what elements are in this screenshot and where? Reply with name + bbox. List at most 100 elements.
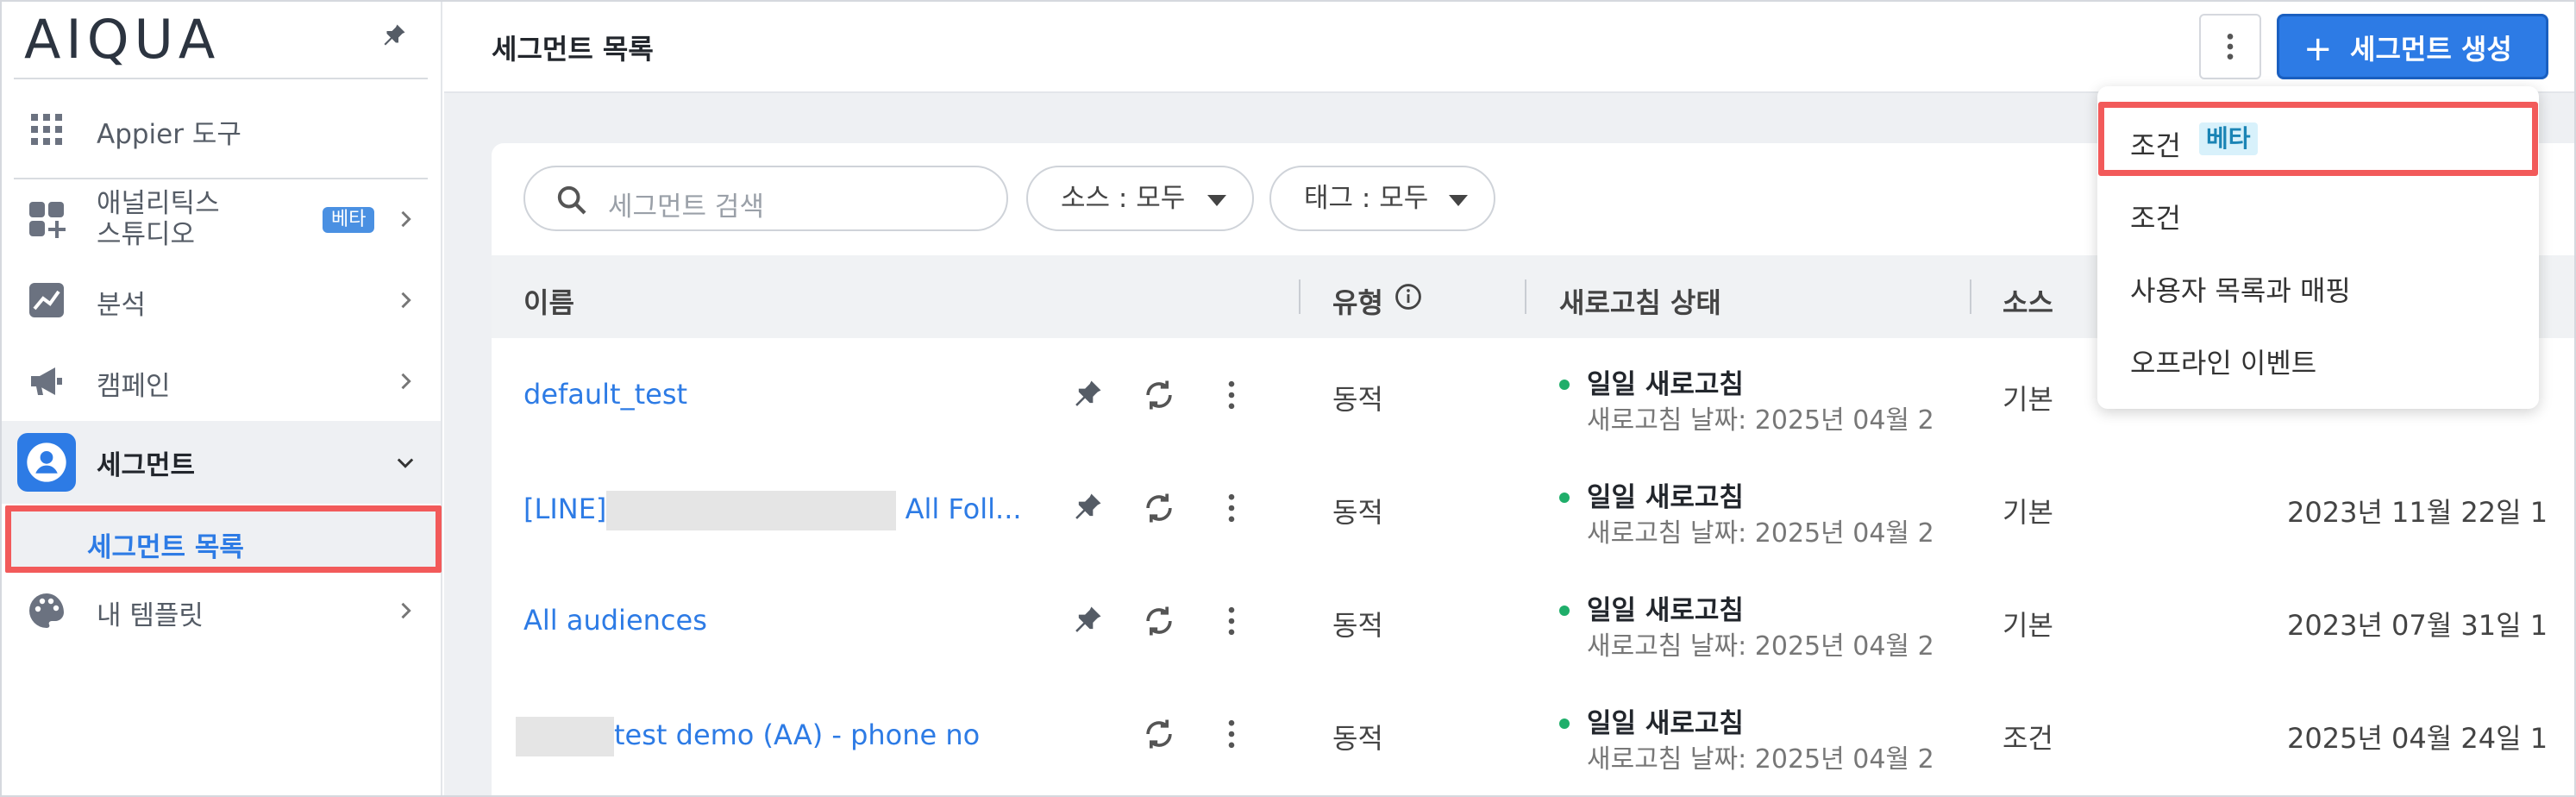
aiqua-logo[interactable]: AIQUA [24, 13, 220, 66]
chart-icon [29, 283, 64, 317]
search-placeholder: 세그먼트 검색 [608, 191, 764, 223]
page-title: 세그먼트 목록 [492, 33, 654, 66]
sidebar-item-label: 내 템플릿 [97, 600, 204, 631]
user-icon [17, 433, 76, 492]
source-filter-dropdown[interactable]: 소스 : 모두 [1026, 166, 1254, 231]
refresh-icon[interactable] [1140, 489, 1178, 527]
chevron-right-icon [401, 602, 411, 619]
grid-icon [31, 114, 62, 145]
refresh-icon[interactable] [1140, 376, 1178, 414]
column-header-source[interactable]: 소스 [2003, 281, 2053, 321]
kebab-icon[interactable] [1213, 602, 1250, 640]
segment-type: 동적 [1332, 383, 1383, 416]
sidebar-item-label: 분석 [97, 290, 147, 321]
sidebar-item-label: Appier 도구 [97, 119, 241, 150]
more-options-button[interactable] [2199, 14, 2261, 79]
sidebar-item-analytics-studio[interactable]: 애널리틱스 스튜디오 베타 [2, 185, 441, 254]
redacted-text [516, 717, 614, 756]
menu-item-label: 조건 [2130, 202, 2181, 235]
refresh-icon[interactable] [1140, 602, 1178, 640]
menu-item-map-user-list[interactable]: 사용자 목록과 매핑 [2097, 248, 2539, 319]
column-divider [1525, 279, 1526, 314]
label-line-1: 애널리틱스 [97, 188, 220, 219]
refresh-date: 새로고침 날짜: 2025년 04월 2 [1587, 631, 1934, 662]
beta-badge: 베타 [323, 207, 375, 233]
status-dot [1559, 493, 1570, 503]
sidebar-subitem-label: 세그먼트 목록 [87, 532, 244, 563]
pin-icon[interactable] [1068, 602, 1106, 640]
status-dot [1559, 380, 1570, 390]
kebab-icon[interactable] [1213, 715, 1250, 753]
table-row[interactable]: test demo (AA) - phone no 동적 일일 새로고침 새로고… [492, 677, 2574, 790]
column-header-type[interactable]: 유형 [1332, 281, 1383, 321]
pin-icon[interactable] [1068, 376, 1106, 414]
status-dot [1559, 719, 1570, 729]
logo-text: AIQUA [24, 8, 221, 71]
sidebar-item-label: 캠페인 [97, 371, 171, 402]
segment-source: 기본 [2003, 383, 2053, 416]
pin-icon[interactable] [378, 21, 409, 52]
table-row[interactable]: [LINE] All Foll... 동적 일일 새로고침 새로고침 날짜: 2… [492, 451, 2574, 564]
search-input[interactable]: 세그먼트 검색 [523, 166, 1008, 231]
chevron-right-icon [401, 373, 411, 390]
sidebar-subitem-segment-list[interactable]: 세그먼트 목록 [5, 505, 442, 573]
table-row[interactable]: All audiences 동적 일일 새로고침 새로고침 날짜: 2025년 … [492, 564, 2574, 677]
segment-type: 동적 [1332, 609, 1383, 642]
redacted-text [606, 491, 897, 530]
plus-icon: + [2303, 29, 2333, 69]
chevron-down-icon [397, 458, 414, 468]
chevron-right-icon [401, 210, 411, 228]
segment-name-link[interactable]: test demo (AA) - phone no [516, 717, 980, 756]
name-prefix: [LINE] [523, 493, 607, 525]
label-line-2: 스튜디오 [97, 219, 196, 250]
refresh-icon[interactable] [1140, 715, 1178, 753]
divider [14, 178, 428, 179]
created-date: 2023년 11월 22일 1 [2287, 496, 2548, 529]
analytics-icon [29, 202, 66, 238]
sidebar-item-segment[interactable]: 세그먼트 [2, 421, 441, 504]
segment-source: 기본 [2003, 496, 2053, 529]
sidebar-item-analysis[interactable]: 분석 [2, 266, 441, 335]
source-filter-label: 소스 : 모두 [1061, 183, 1186, 214]
column-header-refresh-status[interactable]: 새로고침 상태 [1559, 281, 1721, 321]
refresh-date: 새로고침 날짜: 2025년 04월 2 [1587, 405, 1934, 436]
column-header-name[interactable]: 이름 [523, 281, 574, 321]
search-icon [557, 185, 586, 215]
sidebar-item-campaign[interactable]: 캠페인 [2, 347, 441, 416]
sidebar-item-my-templates[interactable]: 내 템플릿 [2, 576, 441, 645]
pin-icon[interactable] [1068, 489, 1106, 527]
kebab-icon[interactable] [1213, 489, 1250, 527]
refresh-status: 일일 새로고침 [1587, 369, 1744, 400]
kebab-icon [2227, 34, 2234, 60]
kebab-icon[interactable] [1213, 376, 1250, 414]
menu-item-condition[interactable]: 조건 [2097, 176, 2539, 247]
name-suffix: All Foll... [896, 493, 1022, 525]
segment-source: 기본 [2003, 609, 2053, 642]
sidebar: AIQUA Appier 도구 애널리틱스 스튜디오 베타 분석 캠페인 세그먼… [2, 2, 442, 795]
megaphone-icon [31, 367, 62, 395]
segment-name-link[interactable]: default_test [523, 378, 687, 411]
create-segment-label: 세그먼트 생성 [2350, 33, 2512, 66]
refresh-status: 일일 새로고침 [1587, 595, 1744, 626]
palette-icon [29, 593, 64, 628]
column-divider [1299, 279, 1301, 314]
name-text: test demo (AA) - phone no [614, 719, 981, 751]
info-icon[interactable] [1394, 282, 1423, 311]
sidebar-item-label: 세그먼트 [97, 450, 196, 481]
column-divider [1970, 279, 1971, 314]
refresh-date: 새로고침 날짜: 2025년 04월 2 [1587, 744, 1934, 775]
refresh-status: 일일 새로고침 [1587, 708, 1744, 739]
chevron-right-icon [401, 292, 411, 309]
menu-item-label: 사용자 목록과 매핑 [2130, 274, 2351, 307]
refresh-date: 새로고침 날짜: 2025년 04월 2 [1587, 518, 1934, 549]
sidebar-item-label: 애널리틱스 스튜디오 [97, 188, 220, 250]
segment-name-link[interactable]: [LINE] All Foll... [523, 491, 1022, 530]
tag-filter-dropdown[interactable]: 태그 : 모두 [1269, 166, 1495, 231]
segment-type: 동적 [1332, 722, 1383, 755]
menu-item-offline-event[interactable]: 오프라인 이벤트 [2097, 321, 2539, 392]
segment-name-link[interactable]: All audiences [523, 604, 707, 637]
caret-down-icon [1207, 195, 1226, 206]
refresh-status: 일일 새로고침 [1587, 482, 1744, 513]
create-segment-button[interactable]: + 세그먼트 생성 [2277, 14, 2548, 79]
sidebar-item-appier-tools[interactable]: Appier 도구 [2, 95, 441, 164]
